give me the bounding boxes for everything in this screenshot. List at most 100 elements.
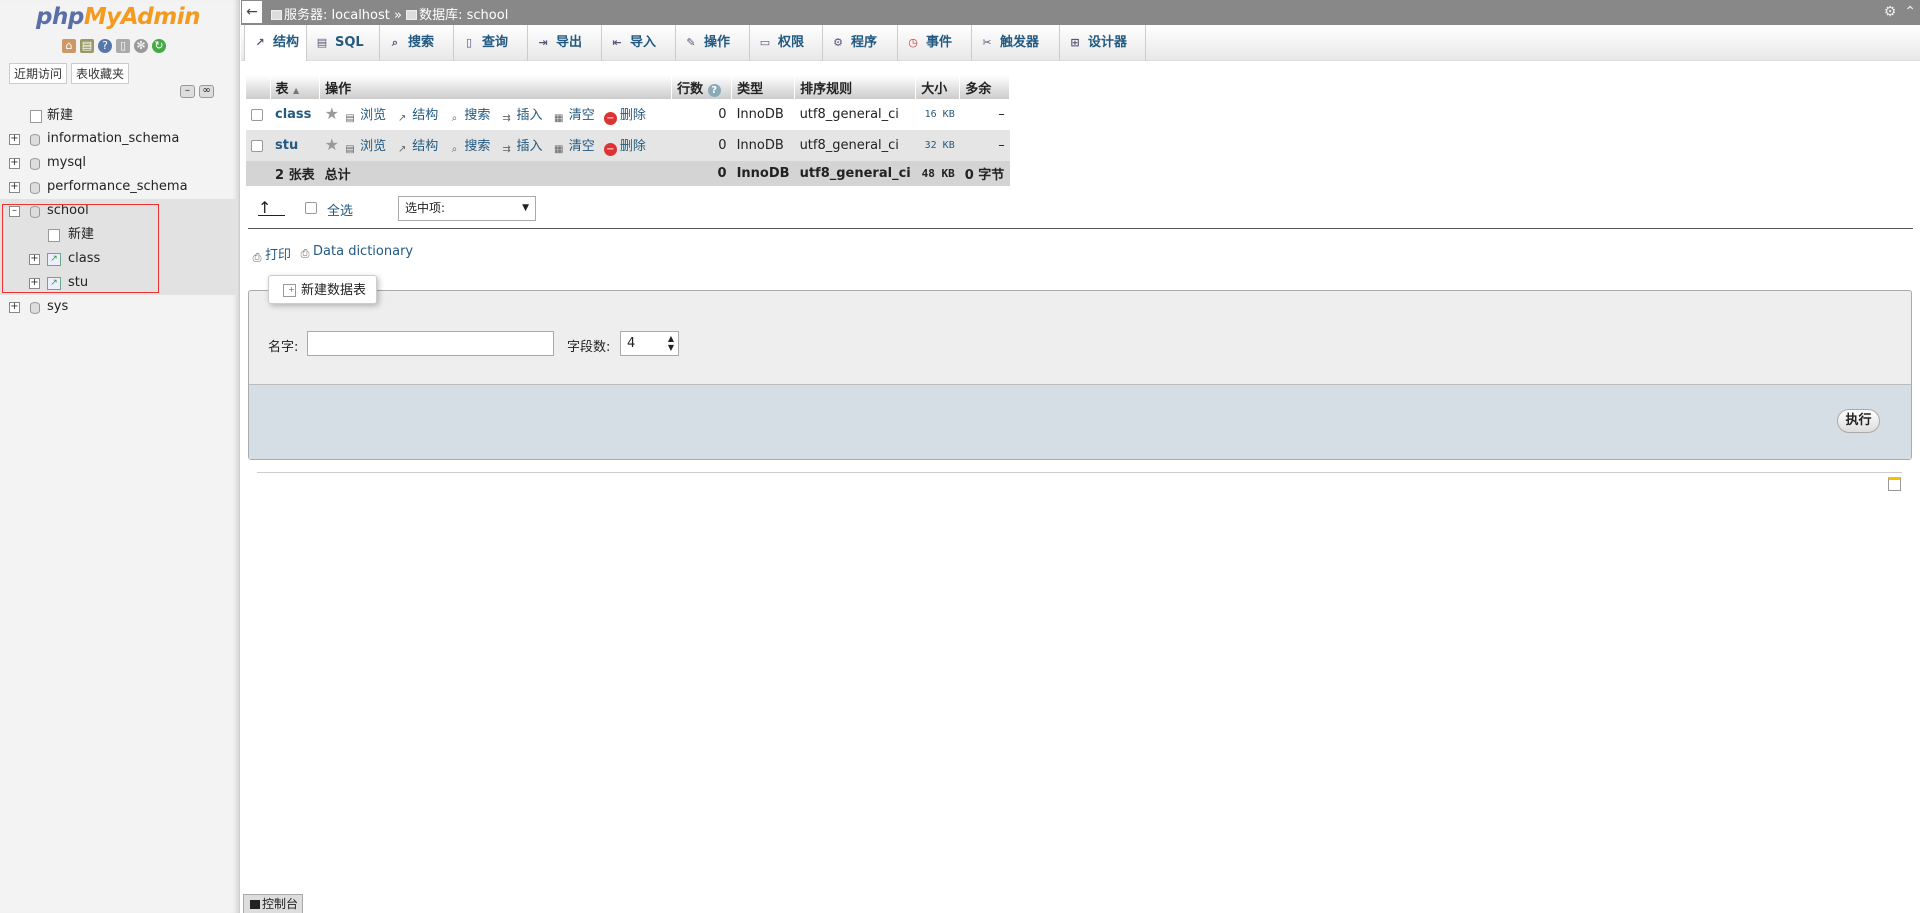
tab-export[interactable]: ⇥ 导出 [528, 25, 602, 61]
expand-icon[interactable]: + [9, 182, 20, 193]
search-icon: ⌕ [391, 36, 399, 49]
collapse-all-icon[interactable]: – [180, 85, 195, 98]
structure-icon: ↗ [255, 36, 265, 49]
divider [248, 228, 1913, 229]
tab-sql[interactable]: ▤ SQL [307, 25, 380, 61]
tree-item-performance-schema[interactable]: + performance_schema [0, 175, 238, 199]
row-checkbox[interactable] [251, 139, 263, 152]
tree-item-new[interactable]: 新建 [0, 104, 238, 127]
browse-action[interactable]: ▤ 浏览 [343, 108, 386, 124]
browse-action[interactable]: ▤ 浏览 [343, 139, 386, 155]
structure-icon: ↗ [398, 113, 407, 124]
tab-query[interactable]: ▯ 查询 [454, 25, 528, 61]
help-icon[interactable]: ? [98, 39, 112, 53]
designer-icon: ⊞ [1070, 36, 1080, 49]
delete-icon: − [603, 143, 617, 156]
empty-action[interactable]: ▦ 清空 [552, 139, 595, 155]
tab-designer[interactable]: ⊞ 设计器 [1060, 25, 1146, 61]
new-icon [30, 110, 42, 123]
col-size[interactable]: 大小 [915, 75, 961, 99]
tab-routines[interactable]: ⚙ 程序 [823, 25, 898, 61]
tree-item-information-schema[interactable]: + information_schema [0, 127, 238, 151]
drop-action[interactable]: − 删除 [603, 108, 646, 125]
empty-icon: ▦ [553, 144, 564, 155]
field-count-stepper[interactable]: 4 ▲ ▼ [620, 331, 679, 356]
create-table-footer [249, 384, 1911, 459]
console-tab[interactable]: 控制台 [243, 894, 304, 913]
breadcrumb-server[interactable]: 服务器: localhost [284, 8, 390, 23]
logout-icon[interactable]: ▤ [80, 39, 94, 53]
empty-action[interactable]: ▦ 清空 [552, 108, 595, 124]
drop-action[interactable]: − 删除 [603, 139, 646, 156]
favorite-star-icon[interactable]: ★ [325, 104, 339, 123]
docs-icon[interactable]: ▯ [116, 39, 130, 53]
tab-search[interactable]: ⌕ 搜索 [380, 25, 454, 61]
size-link[interactable]: 32 KB [915, 130, 960, 161]
settings-icon[interactable]: ✻ [134, 39, 148, 53]
server-icon [271, 10, 282, 20]
col-collation[interactable]: 排序规则 [794, 75, 917, 99]
tab-structure[interactable]: ↗ 结构 [244, 25, 307, 61]
field-count-label: 字段数: [567, 340, 611, 355]
back-arrow-icon[interactable]: ← [242, 1, 262, 23]
help-icon[interactable]: ? [707, 83, 721, 97]
recent-tab[interactable]: 近期访问 [9, 63, 68, 84]
export-icon: ⇥ [538, 36, 548, 49]
phpmyadmin-logo[interactable]: phpMyAdmin [36, 4, 200, 30]
highlight-box [2, 204, 159, 293]
database-icon [30, 158, 40, 170]
col-type[interactable]: 类型 [731, 75, 796, 99]
insert-icon: ⇉ [502, 144, 511, 155]
gear-icon[interactable]: ⚙ [1884, 4, 1897, 20]
table-footer: 2 张表 总计 0 InnoDB utf8_general_ci 48 KB 0… [246, 161, 1010, 186]
table-name-label: 名字: [268, 340, 299, 355]
page-note-icon[interactable] [1888, 477, 1901, 491]
print-link[interactable]: ⎙ 打印 [249, 244, 291, 265]
wrench-icon: ✎ [686, 36, 696, 49]
structure-action[interactable]: ↗ 结构 [395, 108, 438, 124]
search-action[interactable]: ⌕ 搜索 [447, 108, 491, 124]
select-all-checkbox[interactable] [305, 202, 317, 214]
table-row: class ★ ▤ 浏览 ↗ 结构 ⌕ 搜索 ⇉ 插入 ▦ 清空 − 删除 0 InnoDB… [246, 99, 1010, 130]
tab-operations[interactable]: ✎ 操作 [676, 25, 750, 61]
favorites-tab[interactable]: 表收藏夹 [71, 63, 130, 84]
expand-icon[interactable]: + [9, 158, 20, 169]
search-action[interactable]: ⌕ 搜索 [447, 139, 491, 155]
table-name-link[interactable]: class [275, 107, 311, 122]
breadcrumb-database[interactable]: 数据库: school [419, 8, 508, 23]
select-all-label[interactable]: 全选 [327, 200, 353, 219]
import-icon: ⇤ [612, 36, 622, 49]
col-overhead[interactable]: 多余 [959, 75, 1011, 99]
printer-icon: ⎙ [300, 247, 310, 260]
print-links: ⎙ 打印 ⎙ Data dictionary [249, 244, 414, 265]
expand-icon[interactable]: + [9, 134, 20, 145]
link-icon[interactable]: ∞ [199, 85, 214, 98]
table-name-link[interactable]: stu [275, 138, 298, 153]
table-name-input[interactable] [307, 331, 554, 356]
collapse-arrow-icon[interactable]: ⌃ [1904, 4, 1916, 20]
tree-item-mysql[interactable]: + mysql [0, 151, 238, 175]
tab-privileges[interactable]: ▭ 权限 [750, 25, 823, 61]
size-link[interactable]: 16 KB [915, 99, 960, 130]
go-button[interactable]: 执行 [1837, 409, 1880, 433]
structure-action[interactable]: ↗ 结构 [395, 139, 438, 155]
col-table[interactable]: 表 ▲ [270, 75, 321, 99]
insert-action[interactable]: ⇉ 插入 [500, 139, 542, 155]
tab-triggers[interactable]: ✂ 触发器 [972, 25, 1060, 61]
spinner-icon[interactable]: ▲ ▼ [668, 334, 674, 352]
row-checkbox[interactable] [251, 108, 263, 121]
insert-icon: ⇉ [502, 113, 511, 124]
home-icon[interactable]: ⌂ [62, 39, 76, 53]
tab-events[interactable]: ◷ 事件 [898, 25, 972, 61]
reload-icon[interactable]: ↻ [152, 39, 166, 53]
favorite-star-icon[interactable]: ★ [325, 135, 339, 154]
tree-item-sys[interactable]: + sys [0, 295, 238, 319]
with-selected-dropdown[interactable]: 选中项: ▼ [398, 196, 536, 221]
tab-import[interactable]: ⇤ 导入 [602, 25, 676, 61]
col-rows[interactable]: 行数 ? [671, 75, 733, 99]
database-icon [30, 134, 40, 146]
insert-action[interactable]: ⇉ 插入 [500, 108, 542, 124]
data-dictionary-link[interactable]: ⎙ Data dictionary [297, 244, 414, 265]
privileges-icon: ▭ [759, 36, 771, 49]
expand-icon[interactable]: + [9, 302, 20, 313]
